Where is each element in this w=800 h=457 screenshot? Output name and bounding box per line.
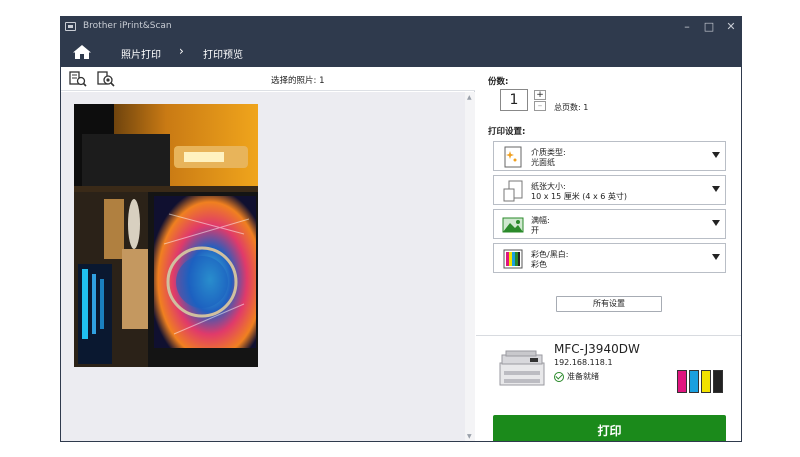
ink-magenta [677,370,687,393]
paper-size-dropdown[interactable]: 纸张大小: 10 x 15 厘米 (4 x 6 英寸) [493,175,726,205]
panel-divider [476,335,741,336]
preview-toolbar: 选择的照片: 1 [61,67,475,91]
home-icon [73,45,91,59]
printer-name[interactable]: MFC-J3940DW [554,342,640,356]
photo-preview[interactable] [74,104,258,367]
photo-thumbnail [74,104,258,367]
check-circle-icon [554,371,564,382]
chevron-down-icon [712,186,720,192]
preview-area [61,92,465,441]
printer-image [499,350,545,386]
copies-label: 份数: [488,77,509,87]
preview-panel: 选择的照片: 1 ▲ ▼ [61,67,475,441]
breadcrumb-print-preview: 打印预览 [203,50,243,61]
preview-scrollbar[interactable]: ▲ ▼ [465,92,475,441]
printer-status-text: 准备就绪 [567,372,599,381]
paper-size-value: 10 x 15 厘米 (4 x 6 英寸) [531,192,628,201]
fit-page-icon[interactable] [69,71,87,87]
media-type-dropdown[interactable]: 介质类型: 光面纸 [493,141,726,171]
print-button[interactable]: 打印 [493,415,726,441]
breadcrumb-photo-print[interactable]: 照片打印 [121,46,161,61]
chevron-down-icon [712,152,720,158]
close-button[interactable]: ✕ [722,19,740,35]
chevron-down-icon [712,254,720,260]
color-mode-dropdown[interactable]: 彩色/黑白: 彩色 [493,243,726,273]
window-title: Brother iPrint&Scan [83,21,172,31]
copies-input[interactable]: 1 [500,89,528,111]
printer-ip: 192.168.118.1 [554,358,613,367]
selected-photos-count: 选择的照片: 1 [271,76,325,86]
title-bar: Brother iPrint&Scan – □ ✕ [61,17,741,37]
ink-cyan [689,370,699,393]
color-mode-icon [503,249,523,269]
chevron-down-icon [712,220,720,226]
ink-levels [677,367,725,393]
ink-yellow [701,370,711,393]
scroll-down-arrow[interactable]: ▼ [467,433,472,440]
minimize-button[interactable]: – [678,19,696,35]
media-type-icon [504,146,522,168]
paper-size-icon [503,180,523,202]
app-window: Brother iPrint&Scan – □ ✕ 照片打印 › 打印预览 选择… [60,16,742,442]
zoom-icon[interactable] [97,71,115,87]
maximize-button[interactable]: □ [700,19,718,35]
copies-increment-button[interactable]: + [534,90,546,100]
borderless-icon [502,217,524,233]
navigation-bar: 照片打印 › 打印预览 [61,37,741,67]
printer-status: 准备就绪 [554,371,599,382]
all-settings-button[interactable]: 所有设置 [556,296,662,312]
settings-panel: 份数: 1 + – 总页数: 1 打印设置: 介质类型: 光面纸 纸张大小: 1… [476,67,741,441]
print-settings-label: 打印设置: [488,127,526,137]
scroll-up-arrow[interactable]: ▲ [467,94,472,101]
app-icon [65,22,76,31]
borderless-dropdown[interactable]: 满幅: 开 [493,209,726,239]
home-button[interactable] [61,37,103,67]
color-mode-value: 彩色 [531,260,547,269]
copies-decrement-button[interactable]: – [534,101,546,111]
ink-black [713,370,723,393]
media-type-value: 光面纸 [531,158,555,167]
breadcrumb-separator: › [179,44,184,58]
total-pages: 总页数: 1 [554,103,589,112]
borderless-value: 开 [531,226,539,235]
